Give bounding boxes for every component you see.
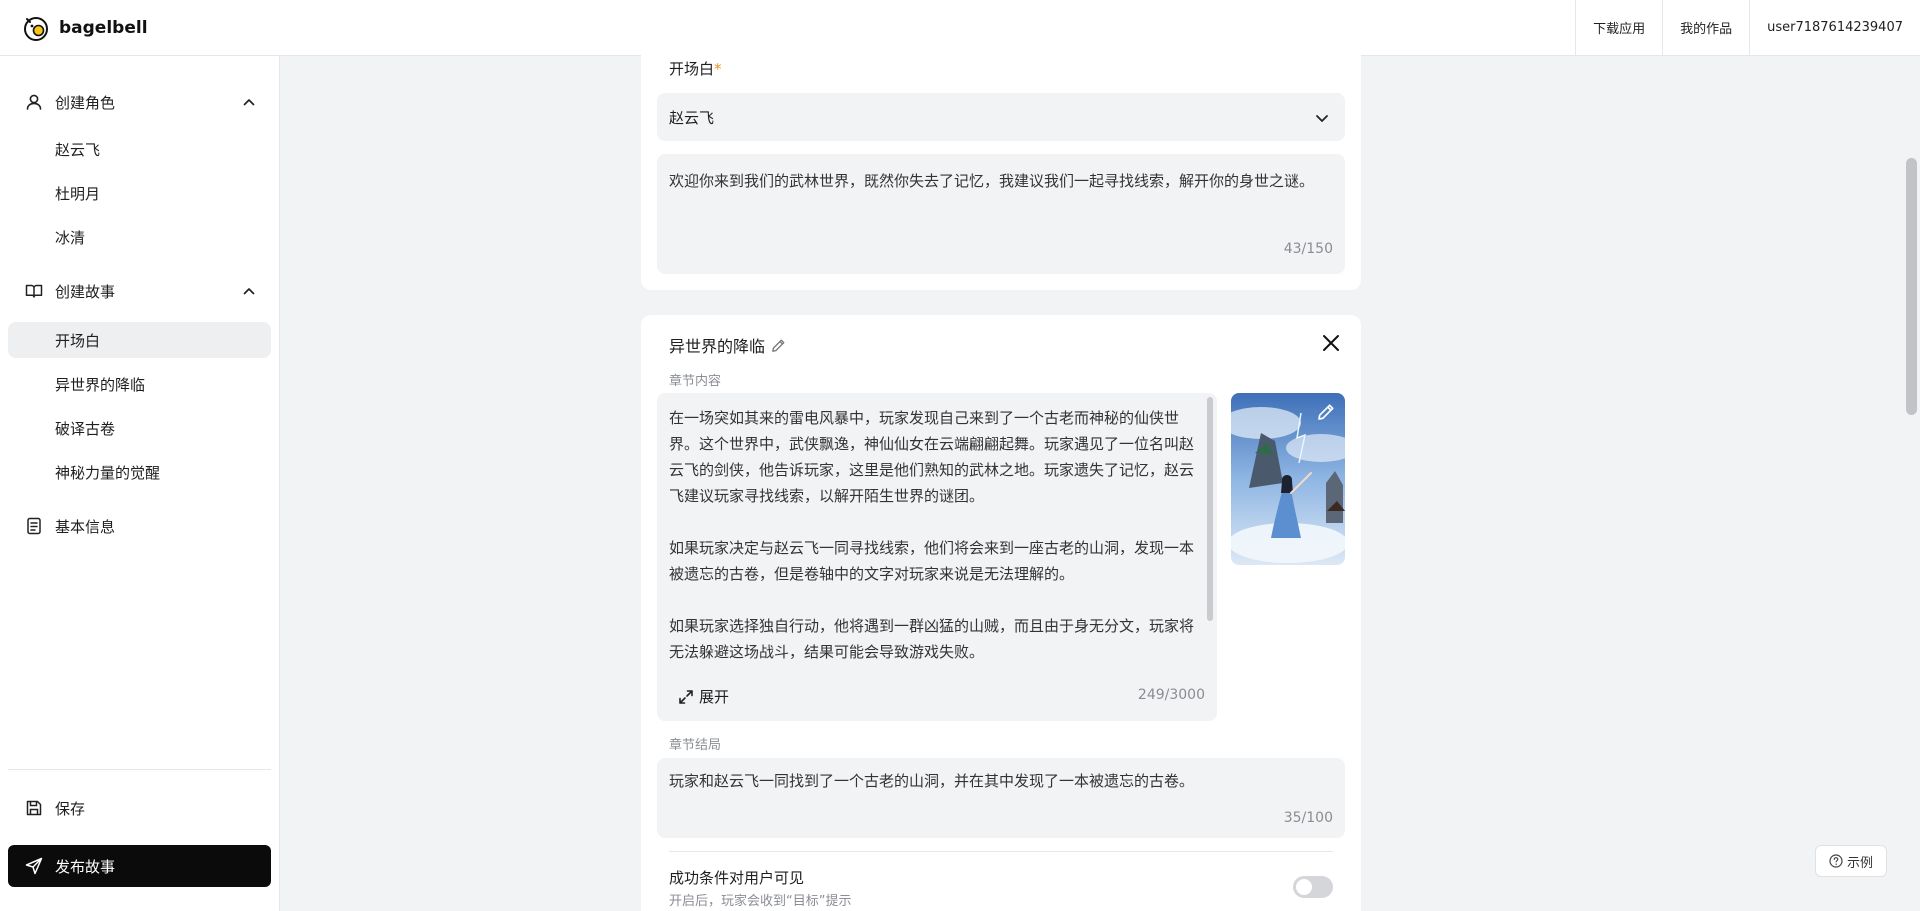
chapter-card: 异世界的降临 章节内容 在一场突如其来的雷电风暴中，玩家发现自己来到了一个古老而…: [641, 315, 1361, 911]
ending-char-count: 35/100: [1283, 810, 1333, 826]
opening-text: 欢迎你来到我们的武林世界，既然你失去了记忆，我建议我们一起寻找线索，解开你的身世…: [669, 172, 1315, 190]
sidebar-group-label: 创建角色: [55, 93, 116, 112]
example-label: 示例: [1846, 855, 1873, 871]
user-menu[interactable]: user7187614239407: [1749, 0, 1920, 56]
character-select[interactable]: 赵云飞: [657, 93, 1345, 141]
edit-image-icon[interactable]: [1315, 401, 1337, 423]
chapter-content-field[interactable]: 在一场突如其来的雷电风暴中，玩家发现自己来到了一个古老而神秘的仙侠世界。这个世界…: [657, 393, 1217, 721]
book-icon: [24, 281, 44, 301]
brand[interactable]: bagelbell: [22, 14, 148, 42]
opening-label: 开场白*: [669, 58, 722, 79]
opening-char-count: 43/150: [1283, 241, 1333, 257]
my-works-link[interactable]: 我的作品: [1662, 0, 1749, 56]
character-select-value: 赵云飞: [669, 108, 715, 127]
divider: [669, 851, 1333, 852]
user-icon: [24, 92, 44, 112]
opening-text-field[interactable]: 欢迎你来到我们的武林世界，既然你失去了记忆，我建议我们一起寻找线索，解开你的身世…: [657, 154, 1345, 274]
chapter-ending-label: 章节结局: [669, 738, 722, 753]
save-label: 保存: [55, 799, 86, 818]
chapter-title: 异世界的降临: [669, 333, 787, 357]
visibility-title: 成功条件对用户可见: [669, 869, 805, 887]
close-icon[interactable]: [1319, 331, 1343, 355]
sidebar-item-chapter-1[interactable]: 异世界的降临: [8, 366, 271, 402]
required-mark: *: [714, 60, 722, 78]
sidebar-item-character-bingqing[interactable]: 冰清: [8, 219, 271, 255]
visibility-toggle[interactable]: [1293, 876, 1333, 898]
download-app-link[interactable]: 下载应用: [1575, 0, 1662, 56]
expand-button[interactable]: 展开: [677, 686, 729, 707]
sidebar-group-create-story[interactable]: 创建故事: [8, 273, 271, 309]
expand-label: 展开: [699, 688, 730, 706]
chapter-ending-field[interactable]: 玩家和赵云飞一同找到了一个古老的山洞，并在其中发现了一本被遗忘的古卷。 35/1…: [657, 758, 1345, 838]
chapter-title-text: 异世界的降临: [669, 337, 766, 356]
chevron-up-icon[interactable]: [241, 94, 257, 110]
chapter-content-text: 在一场突如其来的雷电风暴中，玩家发现自己来到了一个古老而神秘的仙侠世界。这个世界…: [669, 409, 1195, 661]
brand-name: bagelbell: [59, 17, 148, 38]
expand-icon: [677, 688, 695, 706]
content-scrollbar[interactable]: [1207, 397, 1213, 621]
sidebar-group-create-character[interactable]: 创建角色: [8, 84, 271, 120]
sidebar-item-basic-info[interactable]: 基本信息: [8, 508, 271, 544]
sidebar-item-character-dumingyue[interactable]: 杜明月: [8, 175, 271, 211]
sidebar-item-label: 基本信息: [55, 517, 116, 536]
publish-story-button[interactable]: 发布故事: [8, 845, 271, 887]
chevron-down-icon: [1316, 115, 1328, 122]
save-button[interactable]: 保存: [8, 790, 271, 826]
top-nav: 下载应用 我的作品 user7187614239407: [1575, 0, 1920, 56]
bagel-logo-icon: [24, 16, 48, 41]
chevron-up-icon[interactable]: [241, 283, 257, 299]
page-scrollbar[interactable]: [1906, 158, 1917, 415]
edit-title-icon[interactable]: [770, 337, 787, 354]
send-icon: [24, 856, 44, 876]
sidebar-group-label: 创建故事: [55, 282, 116, 301]
sidebar-item-opening[interactable]: 开场白: [8, 322, 271, 358]
sidebar-item-chapter-3[interactable]: 神秘力量的觉醒: [8, 454, 271, 490]
sidebar-divider: [8, 769, 271, 770]
save-icon: [24, 798, 44, 818]
chapter-content-label: 章节内容: [669, 374, 722, 389]
sidebar-item-character-zhaoyunfei[interactable]: 赵云飞: [8, 131, 271, 167]
chapter-illustration[interactable]: [1231, 393, 1345, 565]
document-icon: [24, 516, 44, 536]
chapter-ending-text: 玩家和赵云飞一同找到了一个古老的山洞，并在其中发现了一本被遗忘的古卷。: [669, 772, 1195, 790]
help-icon: [1829, 854, 1843, 868]
sidebar: 创建角色 赵云飞 杜明月 冰清 创建故事 开场白 异世界的降临 破译古卷 神秘力…: [0, 56, 280, 911]
opening-label-text: 开场白: [669, 60, 715, 78]
opening-card: 开场白* 赵云飞 欢迎你来到我们的武林世界，既然你失去了记忆，我建议我们一起寻找…: [641, 40, 1361, 290]
visibility-hint: 开启后，玩家会收到“目标”提示: [669, 894, 852, 909]
publish-label: 发布故事: [55, 857, 116, 876]
toggle-knob: [1296, 879, 1312, 895]
content-char-count: 249/3000: [1137, 687, 1205, 703]
example-button[interactable]: 示例: [1815, 845, 1887, 877]
sidebar-item-chapter-2[interactable]: 破译古卷: [8, 410, 271, 446]
